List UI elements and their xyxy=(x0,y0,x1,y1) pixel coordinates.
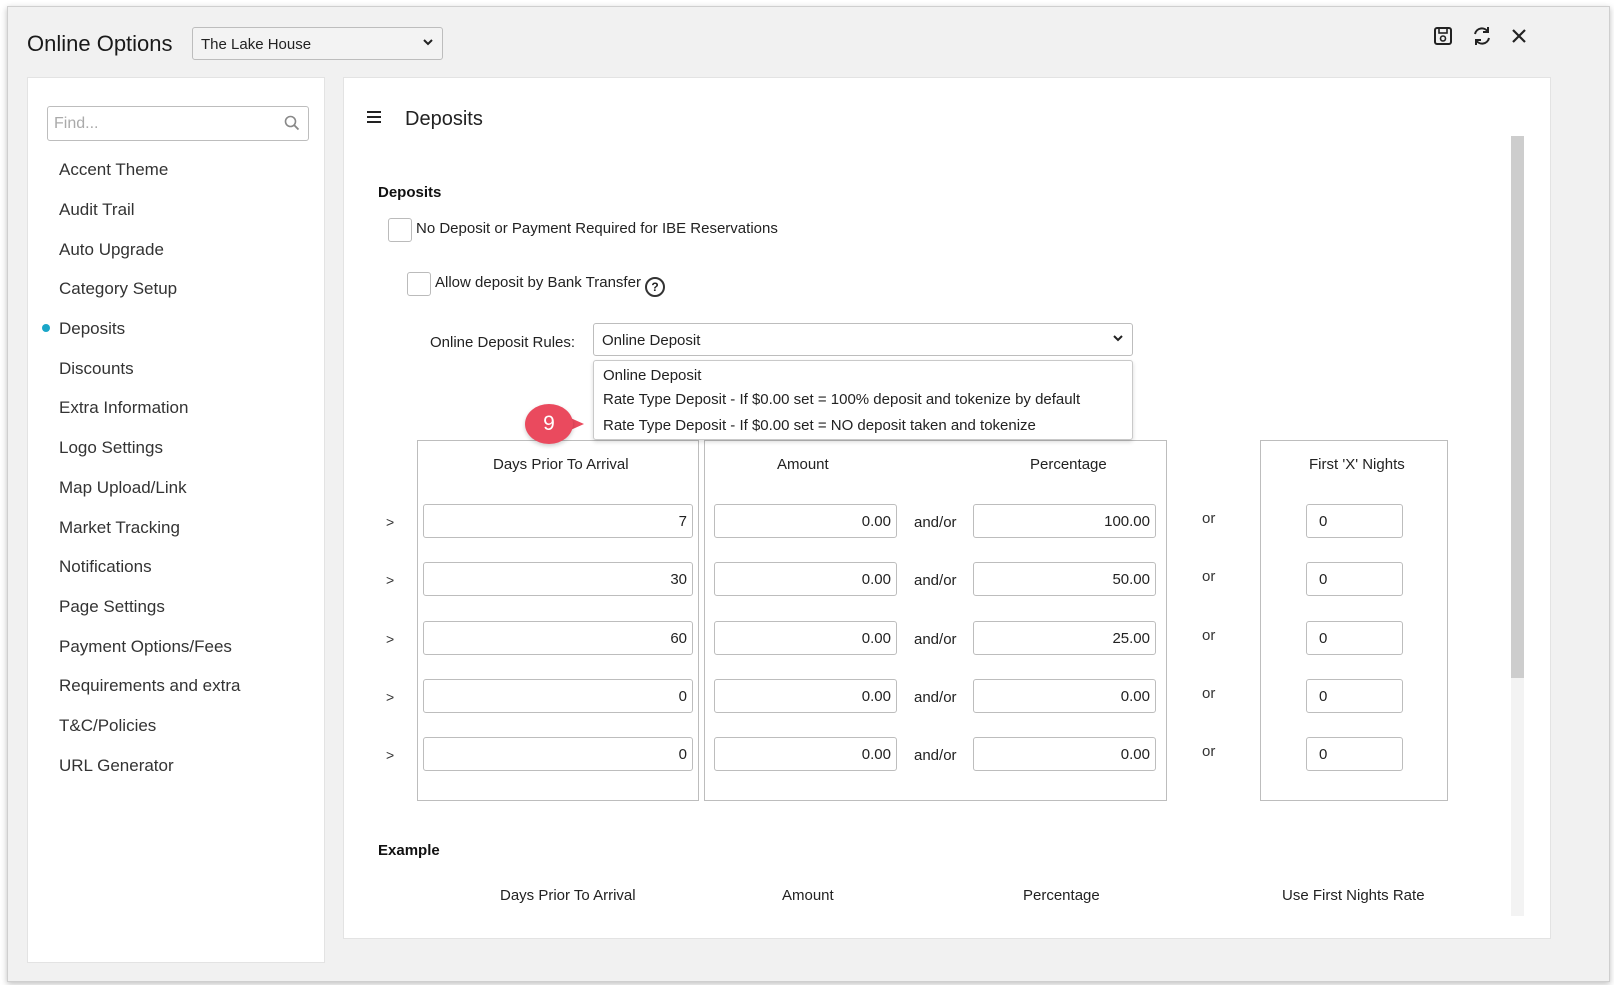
online-options-window: Online Options The Lake House Find... Ac… xyxy=(7,6,1610,982)
property-select-value: The Lake House xyxy=(201,36,312,53)
main-panel: Deposits Deposits No Deposit or Payment … xyxy=(343,77,1551,939)
deposits-section-label: Deposits xyxy=(378,184,442,201)
rules-dropdown-list: Online Deposit Rate Type Deposit - If $0… xyxy=(593,360,1133,440)
app-title: Online Options xyxy=(27,31,173,56)
amount-input[interactable]: 0.00 xyxy=(714,679,897,713)
sidebar-item-deposits[interactable]: Deposits xyxy=(59,319,125,339)
sidebar: Find... Accent Theme Audit Trail Auto Up… xyxy=(27,77,325,963)
row-arrow: > xyxy=(386,514,395,530)
andor-label: and/or xyxy=(914,514,957,531)
sidebar-item-audit-trail[interactable]: Audit Trail xyxy=(59,200,135,220)
column-header-amount: Amount xyxy=(777,456,829,473)
dropdown-option-rate-type-100[interactable]: Rate Type Deposit - If $0.00 set = 100% … xyxy=(603,391,1080,408)
search-icon xyxy=(284,115,300,136)
sidebar-item-market-tracking[interactable]: Market Tracking xyxy=(59,518,180,538)
sidebar-item-map-upload[interactable]: Map Upload/Link xyxy=(59,478,187,498)
or-label: or xyxy=(1202,510,1216,527)
search-input[interactable]: Find... xyxy=(47,106,309,141)
first-nights-input[interactable]: 0 xyxy=(1306,679,1403,713)
or-label: or xyxy=(1202,627,1216,644)
andor-label: and/or xyxy=(914,572,957,589)
amount-input[interactable]: 0.00 xyxy=(714,621,897,655)
sidebar-item-tc-policies[interactable]: T&C/Policies xyxy=(59,716,156,736)
first-nights-input[interactable]: 0 xyxy=(1306,621,1403,655)
andor-label: and/or xyxy=(914,631,957,648)
property-select[interactable]: The Lake House xyxy=(192,27,443,60)
row-arrow: > xyxy=(386,689,395,705)
dropdown-option-online-deposit[interactable]: Online Deposit xyxy=(603,367,701,384)
days-input[interactable]: 0 xyxy=(423,679,693,713)
andor-label: and/or xyxy=(914,747,957,764)
percentage-input[interactable]: 25.00 xyxy=(973,621,1156,655)
page-title: Deposits xyxy=(405,108,483,130)
help-icon[interactable]: ? xyxy=(645,277,665,297)
rules-select-value: Online Deposit xyxy=(602,332,701,349)
percentage-input[interactable]: 0.00 xyxy=(973,737,1156,771)
search-placeholder: Find... xyxy=(54,115,99,132)
percentage-input[interactable]: 0.00 xyxy=(973,679,1156,713)
refresh-icon xyxy=(1471,25,1493,52)
sidebar-item-url-generator[interactable]: URL Generator xyxy=(59,756,174,776)
or-label: or xyxy=(1202,743,1216,760)
first-nights-input[interactable]: 0 xyxy=(1306,562,1403,596)
first-nights-input[interactable]: 0 xyxy=(1306,504,1403,538)
main-scrollbar[interactable] xyxy=(1511,136,1524,916)
percentage-input[interactable]: 100.00 xyxy=(973,504,1156,538)
first-nights-input[interactable]: 0 xyxy=(1306,737,1403,771)
online-deposit-rules-select[interactable]: Online Deposit xyxy=(593,323,1133,356)
refresh-button[interactable] xyxy=(1469,25,1495,51)
column-header-percentage: Percentage xyxy=(1030,456,1107,473)
or-label: or xyxy=(1202,685,1216,702)
sidebar-item-logo-settings[interactable]: Logo Settings xyxy=(59,438,163,458)
online-deposit-rules-label: Online Deposit Rules: xyxy=(430,334,576,351)
sidebar-item-payment-options[interactable]: Payment Options/Fees xyxy=(59,637,232,657)
days-input[interactable]: 60 xyxy=(423,621,693,655)
example-header-first-nights-rate: Use First Nights Rate xyxy=(1282,887,1425,904)
amount-input[interactable]: 0.00 xyxy=(714,562,897,596)
chevron-down-icon xyxy=(1112,332,1124,347)
or-label: or xyxy=(1202,568,1216,585)
row-arrow: > xyxy=(386,747,395,763)
amount-input[interactable]: 0.00 xyxy=(714,737,897,771)
no-deposit-label: No Deposit or Payment Required for IBE R… xyxy=(416,220,778,237)
example-header-percentage: Percentage xyxy=(1023,887,1100,904)
sidebar-item-auto-upgrade[interactable]: Auto Upgrade xyxy=(59,240,164,260)
bank-transfer-label: Allow deposit by Bank Transfer xyxy=(435,274,641,291)
days-input[interactable]: 7 xyxy=(423,504,693,538)
step-badge: 9 xyxy=(525,404,573,444)
no-deposit-checkbox[interactable] xyxy=(388,218,412,242)
save-button[interactable] xyxy=(1430,25,1456,51)
scrollbar-thumb[interactable] xyxy=(1511,136,1524,678)
example-header-amount: Amount xyxy=(782,887,834,904)
sidebar-item-extra-information[interactable]: Extra Information xyxy=(59,398,188,418)
sidebar-item-accent-theme[interactable]: Accent Theme xyxy=(59,160,168,180)
example-section-label: Example xyxy=(378,842,440,859)
active-indicator-dot xyxy=(42,324,50,332)
hamburger-menu-icon[interactable] xyxy=(366,110,382,129)
close-icon xyxy=(1510,27,1528,50)
sidebar-item-requirements[interactable]: Requirements and extra xyxy=(59,676,240,696)
days-input[interactable]: 30 xyxy=(423,562,693,596)
row-arrow: > xyxy=(386,631,395,647)
dropdown-option-rate-type-no-deposit[interactable]: Rate Type Deposit - If $0.00 set = NO de… xyxy=(603,417,1036,434)
percentage-input[interactable]: 50.00 xyxy=(973,562,1156,596)
days-input[interactable]: 0 xyxy=(423,737,693,771)
chevron-down-icon xyxy=(422,36,434,51)
example-header-days: Days Prior To Arrival xyxy=(500,887,636,904)
sidebar-item-page-settings[interactable]: Page Settings xyxy=(59,597,165,617)
column-header-first-nights: First 'X' Nights xyxy=(1309,456,1405,473)
close-button[interactable] xyxy=(1506,25,1532,51)
sidebar-item-discounts[interactable]: Discounts xyxy=(59,359,134,379)
row-arrow: > xyxy=(386,572,395,588)
sidebar-item-notifications[interactable]: Notifications xyxy=(59,557,152,577)
bank-transfer-checkbox[interactable] xyxy=(407,272,431,296)
amount-input[interactable]: 0.00 xyxy=(714,504,897,538)
sidebar-item-category-setup[interactable]: Category Setup xyxy=(59,279,177,299)
column-header-days: Days Prior To Arrival xyxy=(493,456,629,473)
floppy-disk-icon xyxy=(1433,26,1453,51)
andor-label: and/or xyxy=(914,689,957,706)
